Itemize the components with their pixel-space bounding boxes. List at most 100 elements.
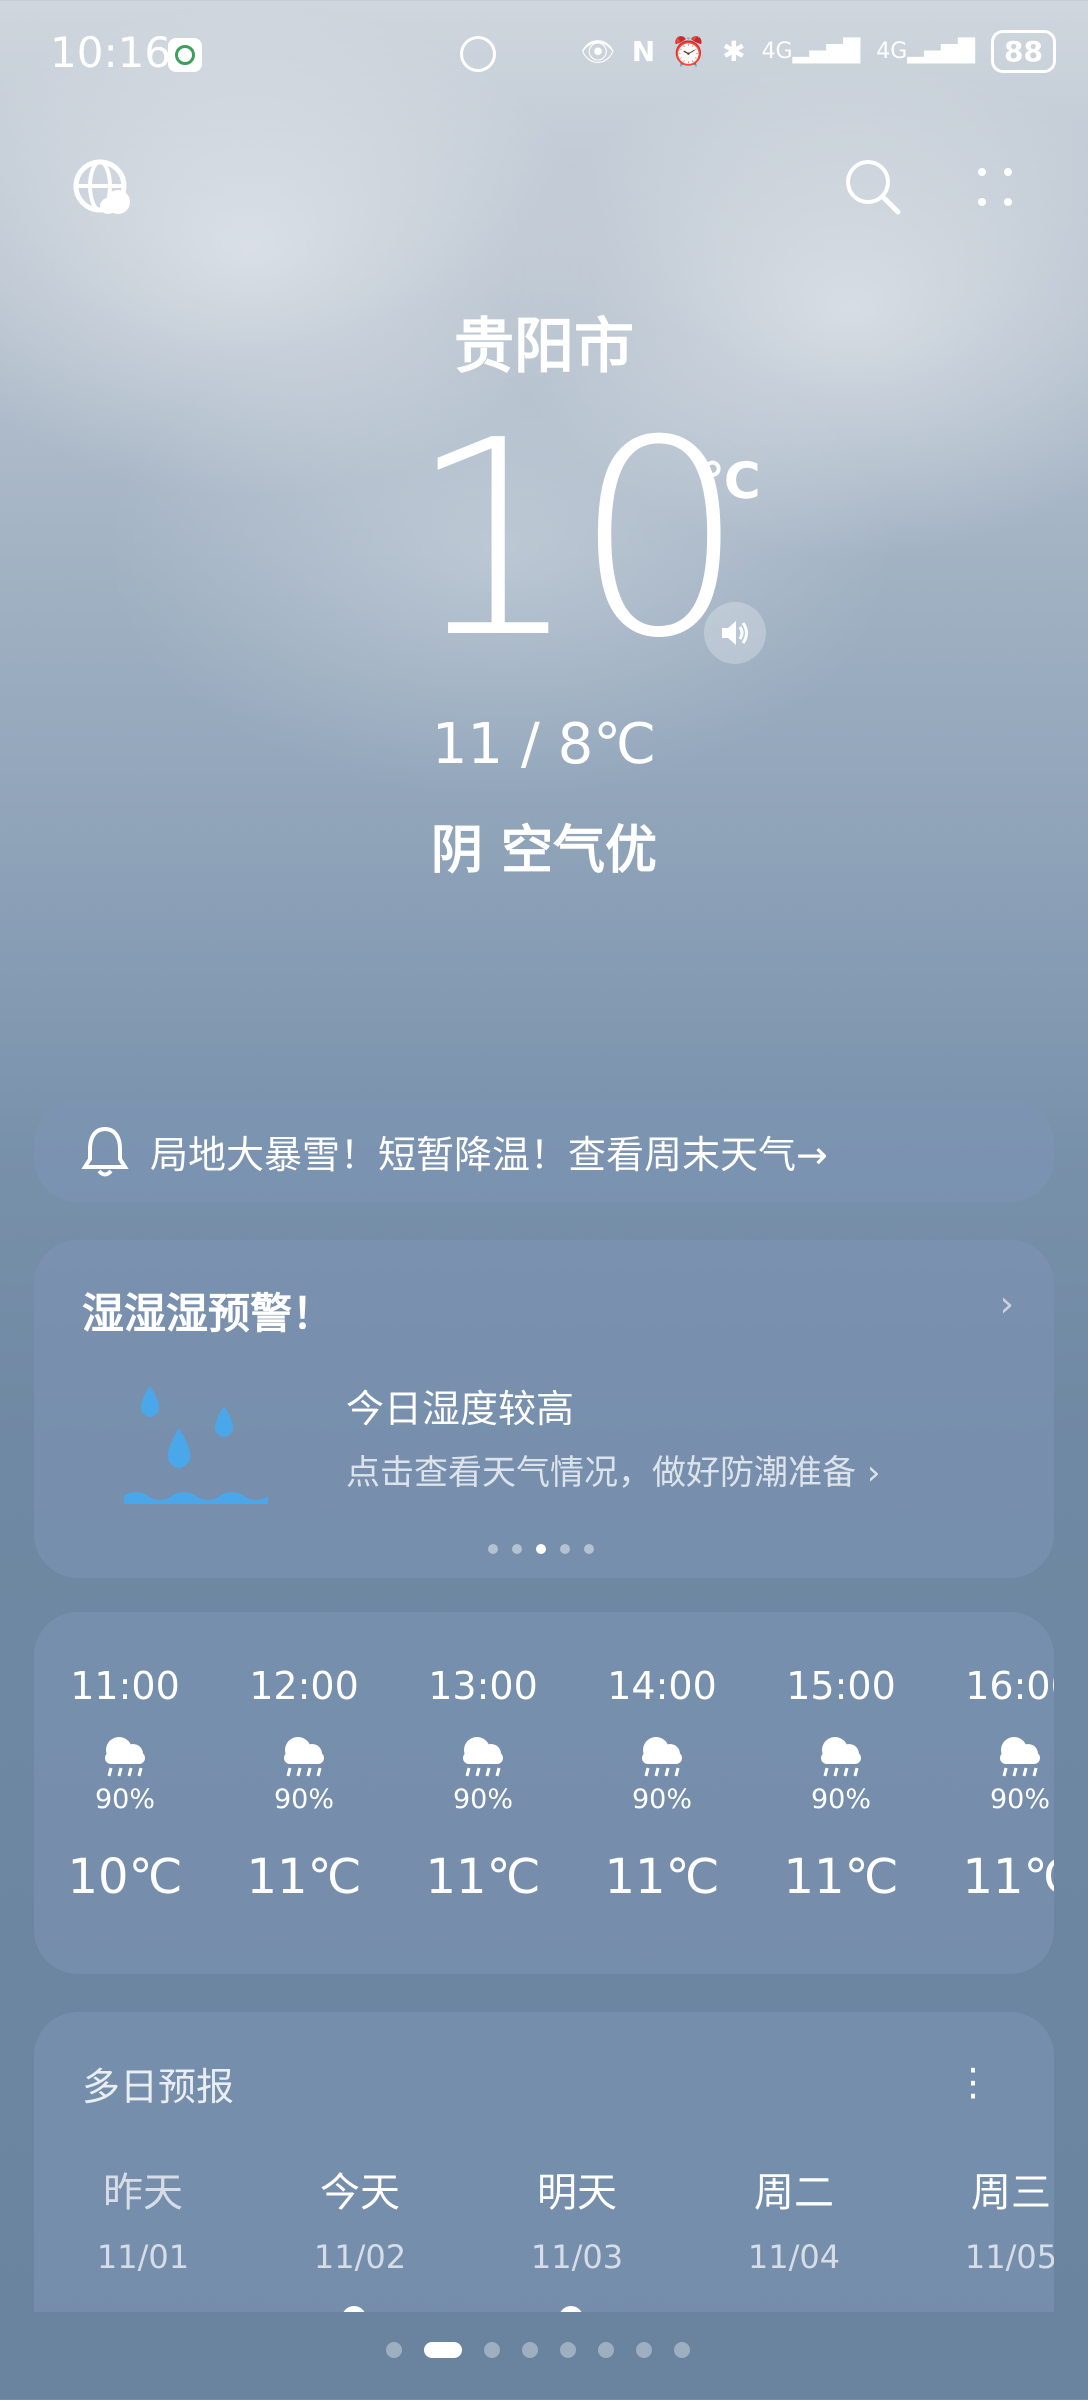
day-date: 11/01 xyxy=(96,2238,190,2276)
more-button[interactable] xyxy=(960,152,1030,222)
alert-text: 局地大暴雪！短暂降温！查看周末天气→ xyxy=(150,1132,828,1177)
warning-detail: 点击查看天气情况，做好防潮准备 xyxy=(346,1453,856,1493)
page-dot xyxy=(598,2342,614,2358)
hour-time: 16:00 xyxy=(965,1664,1054,1708)
hourly-item: 14:00 90% 11℃ xyxy=(577,1612,747,1905)
precip-probability: 90% xyxy=(94,1784,155,1815)
hourly-item: 15:00 90% 11℃ xyxy=(756,1612,926,1905)
kebab-menu-icon: ⋮ xyxy=(954,2060,992,2104)
city-name: 贵阳市 xyxy=(454,312,634,382)
status-bar: 10:16 👁 N ⏰ ✱ 4G▂▄▆█ 4G▂▄▆█ 88 xyxy=(0,0,1088,110)
page-dot xyxy=(386,2342,402,2358)
chevron-right-icon: › xyxy=(866,1453,881,1493)
hour-temperature: 11℃ xyxy=(962,1849,1055,1905)
status-time: 10:16 xyxy=(50,28,172,77)
warning-title: 湿湿湿预警！ xyxy=(82,1289,335,1338)
globe-cloud-icon xyxy=(73,159,130,214)
day-name: 周二 xyxy=(754,2170,834,2216)
day-name: 昨天 xyxy=(103,2170,183,2216)
city-page-indicator[interactable] xyxy=(386,2342,690,2358)
page-dot-active xyxy=(424,2342,462,2358)
daily-forecast-card[interactable]: 多日预报 ⋮ 昨天 11/01 今天 11/02 明天 11/03 周二 11/… xyxy=(34,2012,1054,2312)
warning-detail-link[interactable]: 点击查看天气情况，做好防潮准备 › xyxy=(346,1445,880,1494)
day-name: 周三 xyxy=(971,2170,1051,2216)
hour-time: 12:00 xyxy=(249,1664,359,1708)
daily-item[interactable]: 昨天 11/01 xyxy=(68,2160,218,2276)
bell-icon xyxy=(81,1126,129,1177)
hourly-forecast-card[interactable]: 11:00 90% 10℃ 12:00 90% 11℃ 13:00 90% 11… xyxy=(34,1612,1054,1974)
daily-item[interactable]: 今天 11/02 xyxy=(285,2160,435,2312)
cloud-icon xyxy=(560,2306,582,2312)
daily-item[interactable]: 明天 11/03 xyxy=(502,2160,652,2312)
hourly-item: 16:00 90% 11℃ xyxy=(935,1612,1055,1905)
page-dot xyxy=(484,2342,500,2358)
rain-cloud-icon xyxy=(642,1737,682,1777)
page-dot xyxy=(636,2342,652,2358)
voice-broadcast-button[interactable] xyxy=(704,602,766,664)
city-manage-button[interactable] xyxy=(68,152,138,222)
day-name: 明天 xyxy=(537,2170,617,2216)
hour-temperature: 11℃ xyxy=(425,1849,541,1905)
daily-options-button[interactable]: ⋮ xyxy=(954,2060,992,2104)
eye-icon: 👁 xyxy=(580,35,616,68)
rain-cloud-icon xyxy=(821,1737,861,1777)
precip-probability: 90% xyxy=(989,1784,1050,1815)
precip-probability: 90% xyxy=(631,1784,692,1815)
water-drops-icon xyxy=(124,1386,268,1504)
page-dot xyxy=(522,2342,538,2358)
precip-probability: 90% xyxy=(273,1784,334,1815)
day-date: 11/03 xyxy=(530,2238,624,2276)
weather-condition: 阴 空气优 xyxy=(430,821,658,881)
hour-time: 15:00 xyxy=(786,1664,896,1708)
precip-probability: 90% xyxy=(810,1784,871,1815)
hourly-item: 11:00 90% 10℃ xyxy=(40,1612,210,1905)
hour-time: 13:00 xyxy=(428,1664,538,1708)
hour-time: 14:00 xyxy=(607,1664,717,1708)
warning-headline: 今日湿度较高 xyxy=(346,1387,575,1431)
carousel-dot xyxy=(488,1544,498,1554)
daily-title: 多日预报 xyxy=(82,2065,235,2109)
search-button[interactable] xyxy=(838,152,908,222)
carousel-dot xyxy=(584,1544,594,1554)
hour-temperature: 11℃ xyxy=(783,1849,899,1905)
alert-banner[interactable]: 局地大暴雪！短暂降温！查看周末天气→ xyxy=(34,1100,1054,1202)
signal-2-icon: 4G▂▄▆█ xyxy=(876,39,976,64)
precip-probability: 90% xyxy=(452,1784,513,1815)
carousel-dot xyxy=(560,1544,570,1554)
current-temperature: 10 xyxy=(408,382,746,697)
cloud-icon xyxy=(343,2306,365,2312)
day-date: 11/04 xyxy=(747,2238,841,2276)
alarm-icon: ⏰ xyxy=(671,35,707,68)
search-icon xyxy=(846,160,901,215)
temperature-range: 11 / 8℃ xyxy=(431,712,657,777)
battery-indicator: 88 xyxy=(991,30,1056,73)
hourly-item: 12:00 90% 11℃ xyxy=(219,1612,389,1905)
sun-icon xyxy=(991,2298,1031,2312)
day-date: 11/05 xyxy=(964,2238,1054,2276)
hour-time: 11:00 xyxy=(70,1664,180,1708)
day-name: 今天 xyxy=(320,2170,400,2216)
humidity-warning-card[interactable]: 湿湿湿预警！ › 今日湿度较高 点击查看天气情况，做好防潮准备 › xyxy=(34,1240,1054,1578)
page-dot xyxy=(674,2342,690,2358)
more-dots-icon xyxy=(978,168,1012,206)
network-type-1: 4G xyxy=(761,39,793,64)
rain-cloud-icon xyxy=(1000,1737,1040,1777)
bluetooth-icon: ✱ xyxy=(722,35,746,68)
daily-item[interactable]: 周二 11/04 xyxy=(719,2160,869,2276)
data-saver-icon xyxy=(460,36,496,72)
rain-cloud-icon xyxy=(105,1737,145,1777)
chevron-right-icon: › xyxy=(999,1284,1014,1325)
carousel-dot-active xyxy=(536,1544,546,1554)
app-notification-icon xyxy=(168,38,202,72)
hour-temperature: 11℃ xyxy=(246,1849,362,1905)
nfc-icon: N xyxy=(631,35,656,68)
temperature-unit: ℃ xyxy=(700,452,761,510)
page-dot xyxy=(560,2342,576,2358)
daily-item[interactable]: 周三 11/05 xyxy=(936,2160,1054,2312)
hour-temperature: 11℃ xyxy=(604,1849,720,1905)
rain-cloud-icon xyxy=(463,1737,503,1777)
rain-cloud-icon xyxy=(284,1737,324,1777)
hourly-item: 13:00 90% 11℃ xyxy=(398,1612,568,1905)
day-date: 11/02 xyxy=(313,2238,407,2276)
hour-temperature: 10℃ xyxy=(67,1849,183,1905)
